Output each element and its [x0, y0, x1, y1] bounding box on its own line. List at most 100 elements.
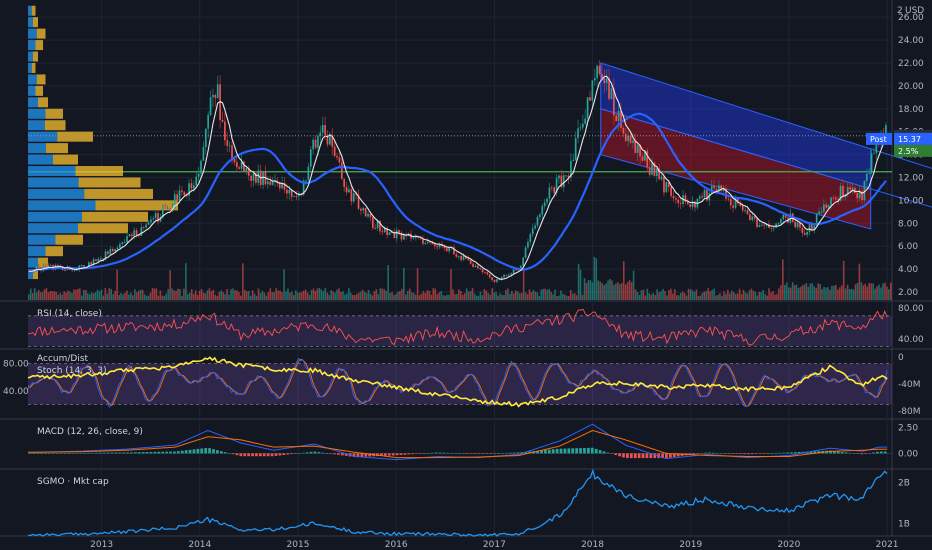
stoch-y-tick: 80.00 — [3, 360, 29, 370]
macd-histogram-bar — [758, 453, 762, 454]
macd-histogram-bar — [325, 453, 329, 454]
volume-bar — [283, 269, 285, 300]
volume-bar — [406, 290, 409, 300]
volume-bar — [719, 293, 721, 300]
candle-body — [605, 78, 608, 84]
volume-bar — [568, 295, 570, 300]
volume-bar — [597, 280, 600, 300]
candle-body — [350, 189, 353, 202]
volume-bar — [381, 288, 384, 300]
volume-bar — [196, 295, 199, 300]
volume-profile-down-bar — [44, 120, 66, 131]
macd-histogram-bar — [575, 448, 579, 454]
candle-body — [460, 255, 462, 260]
candle-body — [228, 145, 231, 147]
volume-bar — [128, 294, 130, 300]
volume-bar — [831, 285, 833, 300]
volume-bar — [350, 292, 352, 300]
volume-bar — [442, 295, 444, 300]
macd-histogram-bar — [567, 448, 571, 454]
macd-histogram-bar — [754, 453, 758, 454]
volume-bar — [212, 289, 215, 300]
candle-body — [309, 149, 312, 167]
volume-profile-up-bar — [28, 188, 85, 199]
volume-bar — [842, 260, 845, 300]
macd-histogram-bar — [301, 452, 305, 454]
macd-histogram-bar — [67, 452, 71, 454]
volume-bar — [31, 293, 34, 300]
volume-bar — [185, 263, 187, 300]
volume-bar — [363, 291, 366, 300]
macd-histogram-bar — [63, 453, 67, 454]
mktcap-pane[interactable] — [27, 468, 888, 537]
candle-body — [873, 152, 875, 154]
volume-bar — [886, 286, 888, 300]
candle-body — [772, 227, 775, 229]
candle-body — [591, 80, 594, 101]
rsi-pane[interactable] — [27, 308, 892, 347]
volume-bar — [518, 293, 521, 300]
macd-histogram-bar — [778, 452, 782, 454]
macd-pane[interactable] — [28, 423, 892, 461]
volume-bar — [289, 292, 291, 300]
volume-bar — [699, 295, 702, 300]
candle-body — [703, 189, 706, 198]
volume-bar — [638, 294, 641, 300]
candle-body — [727, 198, 730, 200]
macd-histogram-bar — [298, 453, 301, 454]
volume-bar — [524, 292, 527, 300]
volume-bar — [240, 295, 242, 300]
macd-histogram-bar — [762, 453, 766, 454]
price-pane[interactable] — [28, 5, 932, 300]
candle-body — [398, 230, 400, 233]
macd-histogram-bar — [465, 453, 469, 454]
volume-bar — [681, 291, 684, 300]
candle-body — [183, 191, 186, 196]
candle-body — [224, 121, 226, 141]
macd-histogram-bar — [266, 453, 270, 457]
candle-body — [37, 266, 40, 268]
volume-bar — [263, 292, 266, 300]
mktcap-line[interactable] — [27, 468, 888, 537]
volume-bar — [461, 294, 464, 300]
accdist-y-tick: -40M — [898, 380, 920, 390]
volume-bar — [132, 295, 134, 300]
volume-bar — [328, 294, 330, 300]
macd-histogram-bar — [583, 447, 586, 454]
candle-body — [204, 128, 207, 148]
macd-histogram-bar — [118, 452, 122, 454]
volume-bar — [695, 289, 698, 300]
candle-body — [508, 274, 510, 276]
candle-body — [130, 234, 133, 237]
volume-bar — [583, 278, 586, 300]
volume-bar — [634, 289, 637, 300]
macd-histogram-bar — [462, 453, 465, 454]
volume-bar — [393, 295, 395, 300]
stoch-accdist-pane[interactable] — [27, 356, 892, 409]
candle-body — [116, 247, 119, 249]
volume-bar — [858, 263, 861, 300]
volume-bar — [134, 289, 136, 300]
candle-body — [818, 211, 820, 215]
macd-histogram-bar — [504, 452, 508, 454]
macd-histogram-bar — [134, 452, 137, 454]
volume-bar — [577, 263, 580, 300]
volume-bar — [711, 289, 713, 300]
macd-line[interactable] — [28, 423, 888, 461]
volume-bar — [511, 291, 513, 300]
candle-body — [395, 230, 398, 239]
macd-histogram-bar — [317, 452, 321, 454]
volume-bar — [829, 289, 831, 300]
candle-body — [622, 128, 625, 134]
volume-bar — [124, 292, 126, 300]
volume-bar — [864, 283, 867, 300]
macd-histogram-bar — [434, 452, 438, 454]
macd-histogram-bar — [477, 453, 481, 454]
volume-profile-down-bar — [46, 143, 68, 154]
volume-bar — [471, 288, 474, 300]
volume-bar — [385, 290, 387, 300]
candle-body — [663, 176, 665, 193]
candle-body — [362, 208, 365, 211]
volume-bar — [234, 290, 236, 300]
candle-body — [266, 181, 269, 185]
